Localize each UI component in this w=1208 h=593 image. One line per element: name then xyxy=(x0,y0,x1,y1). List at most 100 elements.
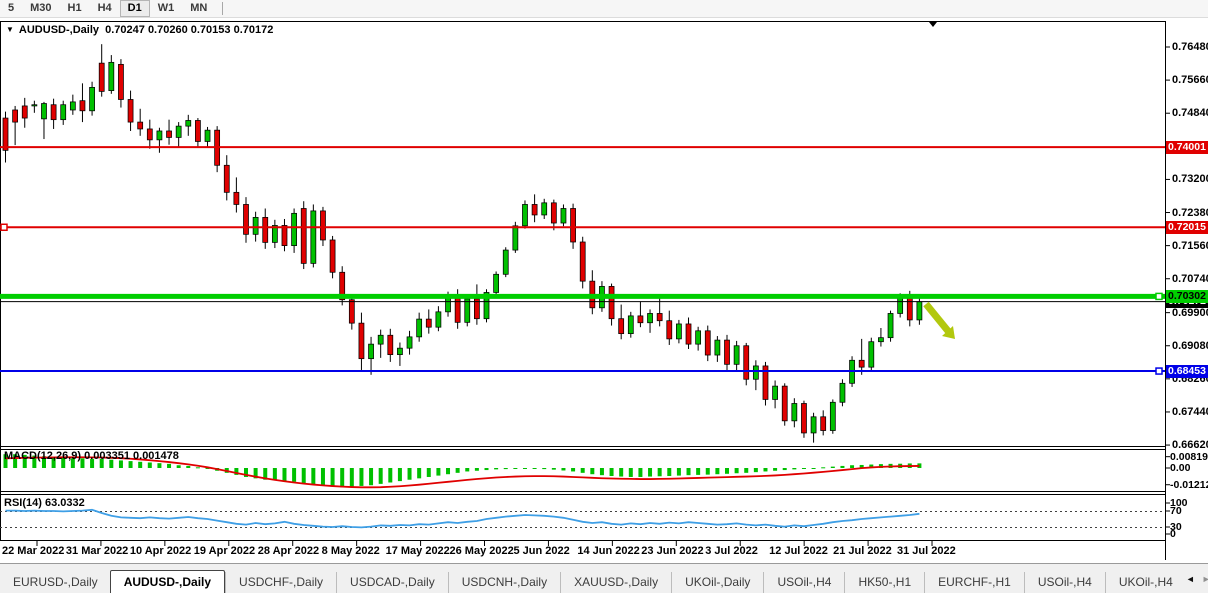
candle xyxy=(494,271,499,295)
candle xyxy=(686,317,691,348)
timeframe-button-d1[interactable]: D1 xyxy=(120,0,150,17)
timeframe-button-h1[interactable]: H1 xyxy=(60,0,90,17)
symbol-tab-xauusd-daily[interactable]: XAUUSD-,Daily xyxy=(560,572,671,593)
timeframe-button-w1[interactable]: W1 xyxy=(150,0,183,17)
candle xyxy=(888,311,893,342)
candle xyxy=(292,208,297,252)
price-axis-label: 0.70740 xyxy=(1172,273,1208,285)
candle xyxy=(609,284,614,326)
candle xyxy=(263,208,268,248)
candle xyxy=(725,335,730,370)
tab-scroll-right-icon[interactable]: ► xyxy=(1202,574,1208,584)
tab-scroll-arrows: ◄► xyxy=(1186,564,1208,593)
price-level-chip: 0.72015 xyxy=(1166,221,1208,234)
macd-indicator-label: MACD(12,26,9) 0.003351 0.001478 xyxy=(4,450,179,462)
candle xyxy=(128,91,133,131)
support-line-0.68453[interactable] xyxy=(0,368,1165,374)
candle xyxy=(349,294,354,330)
candle xyxy=(244,197,249,243)
ohlc-title: ▼AUDUSD-,Daily 0.70247 0.70260 0.70153 0… xyxy=(6,24,273,36)
candle xyxy=(311,204,316,267)
candle xyxy=(782,383,787,425)
date-label: 31 Jul 2022 xyxy=(897,545,956,557)
candle xyxy=(215,126,220,172)
price-axis-label: 0.73200 xyxy=(1172,173,1208,185)
candle xyxy=(70,95,75,115)
timeframe-button-mn[interactable]: MN xyxy=(182,0,215,17)
symbol-dropdown-icon[interactable]: ▼ xyxy=(6,25,14,34)
candle xyxy=(522,200,527,228)
candle xyxy=(715,336,720,362)
symbol-tab-usoil-h4[interactable]: USOil-,H4 xyxy=(1024,572,1105,593)
timeframe-button-m30[interactable]: M30 xyxy=(22,0,59,17)
candlestick-chart xyxy=(0,0,1208,593)
date-label: 3 Jul 2022 xyxy=(705,545,758,557)
candle xyxy=(619,305,624,340)
tab-scroll-left-icon[interactable]: ◄ xyxy=(1186,574,1195,584)
date-label: 22 Mar 2022 xyxy=(2,545,64,557)
support-line-0.70302[interactable] xyxy=(0,293,1165,299)
candle xyxy=(417,313,422,342)
rsi-indicator-label: RSI(14) 63.0332 xyxy=(4,497,85,509)
symbol-tab-usdchf-daily[interactable]: USDCHF-,Daily xyxy=(225,572,336,593)
candle xyxy=(234,177,239,212)
price-axis-label: 0.72380 xyxy=(1172,207,1208,219)
price-axis-label: 0.69080 xyxy=(1172,340,1208,352)
candle xyxy=(801,401,806,438)
date-label: 17 May 2022 xyxy=(386,545,450,557)
candle xyxy=(753,360,758,390)
symbol-tab-audusd-daily[interactable]: AUDUSD-,Daily xyxy=(110,570,225,593)
symbol-tab-eurchf-h1[interactable]: EURCHF-,H1 xyxy=(924,572,1024,593)
candle xyxy=(369,337,374,375)
candle xyxy=(41,102,46,139)
timeframe-button-h4[interactable]: H4 xyxy=(90,0,120,17)
price-axis-label: 0.67440 xyxy=(1172,406,1208,418)
candle xyxy=(628,312,633,338)
candle xyxy=(542,199,547,219)
candle xyxy=(811,413,816,443)
candle xyxy=(590,270,595,314)
price-axis-label: 0.71560 xyxy=(1172,240,1208,252)
chart-shift-icon[interactable] xyxy=(929,22,937,27)
symbol-tab-eurusd-daily[interactable]: EURUSD-,Daily xyxy=(0,572,111,593)
timeframe-button-5[interactable]: 5 xyxy=(0,0,22,17)
resistance-line-0.72015[interactable] xyxy=(0,224,1165,230)
symbol-tab-ukoil-daily[interactable]: UKOil-,Daily xyxy=(671,572,763,593)
symbol-tab-usdcnh-daily[interactable]: USDCNH-,Daily xyxy=(448,572,560,593)
symbol-tab-hk50-h1[interactable]: HK50-,H1 xyxy=(844,572,924,593)
candle xyxy=(118,59,123,107)
candle xyxy=(157,128,162,153)
price-axis-label: 0.74840 xyxy=(1172,107,1208,119)
candle xyxy=(195,118,200,147)
candle xyxy=(426,309,431,333)
toolbar-separator xyxy=(222,2,223,15)
candle xyxy=(378,330,383,358)
date-label: 8 May 2022 xyxy=(322,545,380,557)
symbol-tab-usdcad-daily[interactable]: USDCAD-,Daily xyxy=(336,572,448,593)
price-axis-label: 0.76480 xyxy=(1172,41,1208,53)
date-label: 10 Apr 2022 xyxy=(130,545,191,557)
candle xyxy=(61,101,66,125)
panel-borders xyxy=(0,21,1166,560)
chart-symbol-label: AUDUSD-,Daily xyxy=(19,24,99,36)
date-label: 21 Jul 2022 xyxy=(833,545,892,557)
candle xyxy=(224,155,229,200)
macd-axis-label: -0.012121 xyxy=(1170,480,1208,491)
candle xyxy=(734,341,739,371)
sell-arrow-annotation[interactable] xyxy=(926,304,955,339)
date-label: 12 Jul 2022 xyxy=(769,545,828,557)
candle xyxy=(301,201,306,269)
candle xyxy=(657,294,662,326)
candle xyxy=(648,309,653,332)
symbol-tab-usoil-h4[interactable]: USOil-,H4 xyxy=(763,572,844,593)
symbol-tab-ukoil-h4[interactable]: UKOil-,H4 xyxy=(1105,572,1186,593)
candle xyxy=(99,44,104,96)
date-label: 14 Jun 2022 xyxy=(577,545,639,557)
candle xyxy=(340,266,345,305)
candle xyxy=(330,236,335,278)
macd-axis-label: 0.00 xyxy=(1170,463,1190,474)
candle xyxy=(205,127,210,148)
candles-layer xyxy=(3,44,922,442)
candle xyxy=(176,122,181,147)
price-level-chip: 0.70302 xyxy=(1166,290,1208,303)
